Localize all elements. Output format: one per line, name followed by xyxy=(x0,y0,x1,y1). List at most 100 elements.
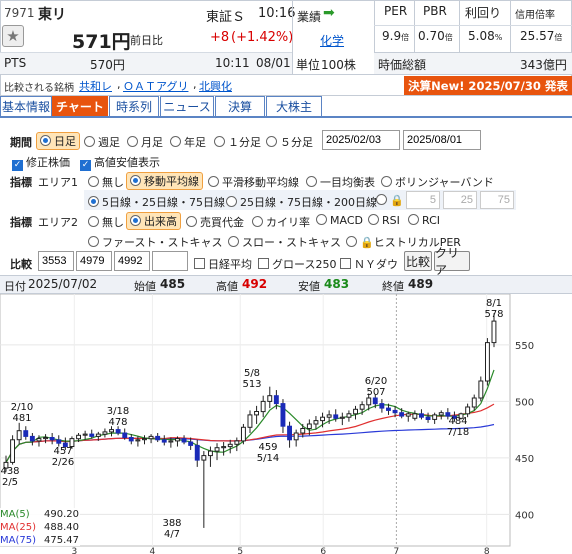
earnings-banner[interactable]: 決算New! 2025/07/30 発表 xyxy=(404,76,572,95)
candle-body xyxy=(399,412,405,417)
tab-chart[interactable]: チャート xyxy=(52,96,108,116)
candle-body xyxy=(366,397,372,406)
tab-major-shareholders[interactable]: 大株主 xyxy=(266,96,322,116)
annotation-label: 388 xyxy=(162,518,181,529)
ohlc-high: 492 xyxy=(242,277,268,291)
period-monthly-radio[interactable]: 月足 xyxy=(127,134,163,150)
ohlc-close: 489 xyxy=(408,277,434,291)
date-to-input[interactable] xyxy=(403,130,481,150)
adjusted-price-checkbox[interactable]: ✓ 修正株価 xyxy=(12,154,70,171)
period-1min-radio[interactable]: １分足 xyxy=(214,134,261,150)
candle-body xyxy=(122,432,128,438)
x-tick-label: 7 xyxy=(394,547,400,554)
margin-value: 25.57倍 xyxy=(520,29,563,43)
candle-body xyxy=(280,403,286,427)
prev-day-label: 前日比 xyxy=(130,34,163,47)
ohlc-open-label: 始値 xyxy=(134,280,156,293)
date-from-input[interactable] xyxy=(322,130,400,150)
period-weekly-radio[interactable]: 週足 xyxy=(84,134,120,150)
candle-body xyxy=(175,438,180,442)
area2-fast-stoch-radio[interactable]: ファースト・ストキャス xyxy=(88,234,222,250)
area1-smooth-ma-radio[interactable]: 平滑移動平均線 xyxy=(208,174,299,190)
candle-body xyxy=(148,435,154,440)
annotation-label: 2/10 xyxy=(11,402,33,413)
area2-slow-stoch-radio[interactable]: スロー・ストキャス xyxy=(228,234,341,250)
ohlc-low: 483 xyxy=(324,277,350,291)
candle-body xyxy=(221,446,227,449)
tab-time-series[interactable]: 時系列 xyxy=(109,96,159,116)
compare-link-1[interactable]: 共和レ xyxy=(79,78,112,94)
ohlc-date-label: 日付 xyxy=(4,280,26,293)
candle-body xyxy=(128,437,134,442)
compare-code-3[interactable] xyxy=(114,251,150,271)
area1-bollinger-radio[interactable]: ボリンジャーバンド xyxy=(381,174,494,190)
tab-news[interactable]: ニュース xyxy=(160,96,214,116)
candle-body xyxy=(478,380,484,399)
compare-code-1[interactable] xyxy=(38,251,74,271)
high-low-checkbox[interactable]: ✓ 高値安値表示 xyxy=(80,154,160,171)
area2-rci-radio[interactable]: RCI xyxy=(408,214,440,227)
price-change-pct: (+1.42%) xyxy=(231,30,294,45)
current-price: 571円 xyxy=(72,31,131,53)
ma-custom-radio[interactable]: 🔒 xyxy=(376,194,404,207)
growth250-checkbox[interactable]: グロース250 xyxy=(258,256,336,272)
period-yearly-radio[interactable]: 年足 xyxy=(170,134,206,150)
area2-divergence-radio[interactable]: カイリ率 xyxy=(252,214,310,230)
candle-body xyxy=(10,439,16,463)
lock-icon: 🔒 xyxy=(390,194,404,207)
candle-body xyxy=(412,413,418,419)
clear-button[interactable]: クリア xyxy=(434,246,470,277)
area2-volume-radio[interactable]: 出来高 xyxy=(126,212,181,230)
stock-code: 7971 xyxy=(4,6,35,20)
area1-ichimoku-radio[interactable]: 一目均衡表 xyxy=(306,174,375,190)
favorite-star-button[interactable]: ★ xyxy=(2,25,24,47)
price-chart[interactable]: 550 500 450 400 3 4 5 6 7 8 2/10481 3/18478 5/8513… xyxy=(0,294,572,554)
candle-body xyxy=(432,414,438,420)
candle-body xyxy=(254,411,260,416)
y-tick-label: 450 xyxy=(515,454,534,465)
compare-label: 比較される銘柄 xyxy=(4,83,74,94)
area2-rsi-radio[interactable]: RSI xyxy=(368,214,400,227)
period-daily-radio[interactable]: 日足 xyxy=(36,132,80,150)
candle-body xyxy=(227,443,233,448)
candle-body xyxy=(300,428,306,434)
candle-body xyxy=(425,416,431,420)
compare-link-3[interactable]: 北興化 xyxy=(199,78,232,94)
ma-input-1[interactable] xyxy=(406,191,440,209)
ma-input-2[interactable] xyxy=(443,191,477,209)
x-tick-label: 3 xyxy=(71,547,77,554)
pts-time: 10:11 xyxy=(215,56,250,70)
candle-body xyxy=(333,414,339,419)
per-label: PER xyxy=(384,4,408,18)
ma-5-25-75-radio[interactable]: 5日線・25日線・75日線 xyxy=(88,194,225,210)
ma-input-3[interactable] xyxy=(480,191,514,209)
compare-button[interactable]: 比較 xyxy=(404,251,432,271)
tab-earnings[interactable]: 決算 xyxy=(215,96,265,116)
period-5min-radio[interactable]: ５分足 xyxy=(266,134,313,150)
pts-label: PTS xyxy=(4,56,27,70)
nydow-checkbox[interactable]: ＮＹダウ xyxy=(340,256,398,272)
nikkei-checkbox[interactable]: 日経平均 xyxy=(194,256,252,272)
candle-body xyxy=(95,433,101,437)
candle-body xyxy=(56,439,62,444)
industry-link[interactable]: 化学 xyxy=(320,32,344,49)
candle-body xyxy=(306,423,312,429)
area1-none-radio[interactable]: 無し xyxy=(88,174,124,190)
candle-body xyxy=(320,416,326,422)
candle-body xyxy=(181,438,187,443)
candle-body xyxy=(313,420,319,425)
annotation-label: 5/8 xyxy=(244,368,260,379)
area2-none-radio[interactable]: 無し xyxy=(88,214,124,230)
area2-turnover-radio[interactable]: 売買代金 xyxy=(186,214,244,230)
candle-body xyxy=(465,406,471,415)
compare-code-4[interactable] xyxy=(152,251,188,271)
area1-ma-radio[interactable]: 移動平均線 xyxy=(126,172,203,190)
compare-link-2[interactable]: ＯＡＴアグリ xyxy=(123,78,188,94)
ma-25-75-200-radio[interactable]: 25日線・75日線・200日線 xyxy=(226,194,377,210)
compare-code-2[interactable] xyxy=(76,251,112,271)
candle-body xyxy=(76,434,81,440)
annotation-label: 484 xyxy=(448,416,467,427)
tab-basic-info[interactable]: 基本情報 xyxy=(0,96,52,116)
area2-macd-radio[interactable]: MACD xyxy=(316,214,363,227)
ma-legend: MA(5) 490.20 MA(25) 488.40 MA(75) 475.47 xyxy=(0,508,80,546)
